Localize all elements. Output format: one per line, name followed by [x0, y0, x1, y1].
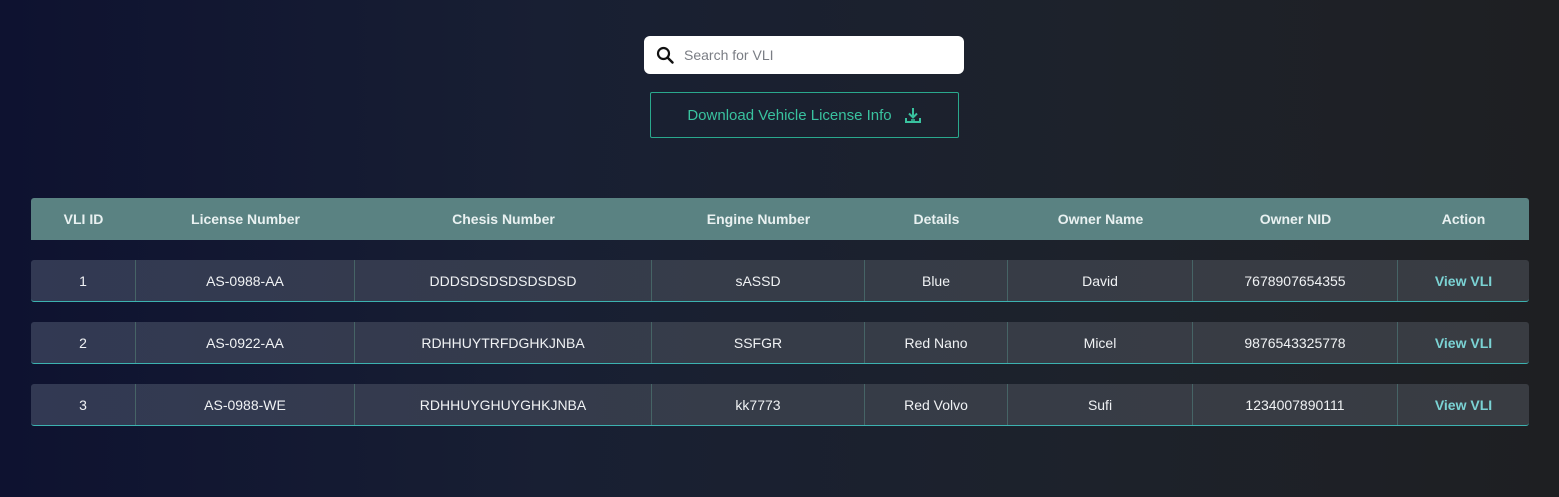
cell-vli-id: 3 [31, 384, 136, 425]
download-button-label: Download Vehicle License Info [687, 106, 892, 124]
column-header-action: Action [1441, 211, 1486, 227]
table-row: 1 AS-0988-AA DDDSDSDSDSDSDSD sASSD Blue … [31, 260, 1529, 302]
cell-owner-nid: 9876543325778 [1193, 322, 1398, 363]
cell-engine-number: sASSD [652, 260, 865, 301]
cell-license-number: AS-0988-AA [136, 260, 355, 301]
table-row: 2 AS-0922-AA RDHHUYTRFDGHKJNBA SSFGR Red… [31, 322, 1529, 364]
cell-details: Red Nano [865, 322, 1008, 363]
column-header-engine-number: Engine Number [706, 211, 811, 227]
column-header-vli-id: VLI ID [63, 211, 104, 227]
cell-engine-number: SSFGR [652, 322, 865, 363]
cell-engine-number: kk7773 [652, 384, 865, 425]
cell-license-number: AS-0988-WE [136, 384, 355, 425]
column-header-license-number: License Number [191, 211, 300, 227]
column-header-owner-nid: Owner NID [1259, 211, 1332, 227]
download-vehicle-license-button[interactable]: Download Vehicle License Info [650, 92, 959, 138]
search-icon [656, 46, 674, 64]
cell-chesis-number: RDHHUYGHUYGHKJNBA [355, 384, 652, 425]
download-icon [904, 106, 922, 124]
search-bar[interactable] [644, 36, 964, 74]
cell-owner-name: Micel [1008, 322, 1193, 363]
cell-owner-nid: 7678907654355 [1193, 260, 1398, 301]
cell-chesis-number: DDDSDSDSDSDSDSD [355, 260, 652, 301]
table-row: 3 AS-0988-WE RDHHUYGHUYGHKJNBA kk7773 Re… [31, 384, 1529, 426]
view-vli-link[interactable]: View VLI [1398, 384, 1529, 425]
cell-details: Blue [865, 260, 1008, 301]
column-header-details: Details [913, 211, 960, 227]
cell-vli-id: 2 [31, 322, 136, 363]
cell-owner-name: Sufi [1008, 384, 1193, 425]
cell-owner-name: David [1008, 260, 1193, 301]
view-vli-link[interactable]: View VLI [1398, 322, 1529, 363]
cell-vli-id: 1 [31, 260, 136, 301]
cell-license-number: AS-0922-AA [136, 322, 355, 363]
view-vli-link[interactable]: View VLI [1398, 260, 1529, 301]
search-input[interactable] [684, 47, 944, 63]
vli-table: VLI ID License Number Chesis Number Engi… [31, 198, 1529, 426]
cell-chesis-number: RDHHUYTRFDGHKJNBA [355, 322, 652, 363]
column-header-chesis-number: Chesis Number [452, 211, 555, 227]
column-header-owner-name: Owner Name [1057, 211, 1144, 227]
cell-details: Red Volvo [865, 384, 1008, 425]
table-header: VLI ID License Number Chesis Number Engi… [31, 198, 1529, 240]
cell-owner-nid: 1234007890111 [1193, 384, 1398, 425]
